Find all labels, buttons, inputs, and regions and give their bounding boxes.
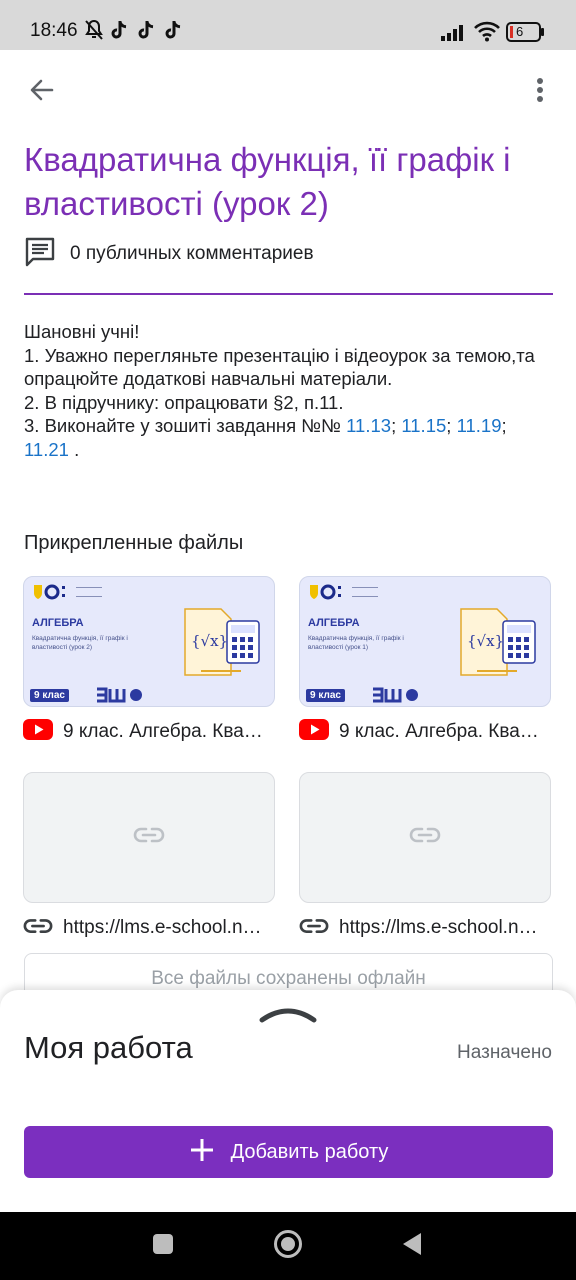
link-icon — [133, 826, 165, 849]
my-work-title: Моя работа — [24, 1030, 193, 1065]
wifi-icon — [473, 20, 501, 47]
title-divider — [24, 293, 553, 295]
home-button[interactable] — [268, 1226, 308, 1266]
attachments-heading: Прикрепленные файлы — [24, 532, 244, 554]
home-circle-icon — [273, 1229, 303, 1264]
add-work-label: Добавить работу — [230, 1140, 389, 1163]
svg-text:{√x}: {√x} — [191, 632, 228, 650]
task-separator: ; — [391, 415, 402, 436]
attachment-video-card[interactable]: АЛГЕБРА Квадратична функція, її графік і… — [299, 576, 551, 745]
plus-icon — [189, 1137, 215, 1168]
school-logo — [308, 583, 378, 601]
thumb-topic: Квадратична функція, її графік і властив… — [308, 635, 404, 651]
comments-label: 0 публичных комментариев — [70, 243, 314, 264]
instructions-line-2: 2. В підручнику: опрацювати §2, п.11. — [24, 391, 344, 413]
attachment-video-card[interactable]: АЛГЕБРА Квадратична функція, її графік і… — [23, 576, 275, 745]
my-work-sheet: Моя работа Назначено Добавить работу — [0, 990, 576, 1212]
thumb-topic: Квадратична функція, її графік і властив… — [32, 635, 128, 651]
instructions-greeting: Шановні учні! — [24, 321, 140, 342]
system-nav-bar — [0, 1212, 576, 1280]
recent-apps-button[interactable] — [143, 1226, 183, 1266]
link-url: https://lms.e-school.net.ua — [339, 917, 545, 938]
youtube-icon — [299, 719, 329, 745]
notifications-muted-icon — [84, 19, 104, 46]
more-vert-icon — [536, 77, 544, 108]
battery-icon — [506, 22, 546, 47]
more-options-button[interactable] — [520, 72, 560, 112]
comment-icon — [24, 236, 56, 273]
status-bar: 18:46 6 — [0, 0, 576, 50]
thumb-grade-badge: 9 клас — [30, 689, 69, 702]
vshoh-logo — [372, 687, 420, 706]
video-title: 9 клас. Алгебра. Квадратична функція, її… — [339, 721, 545, 742]
task-separator: ; — [501, 415, 507, 436]
thumb-grade-badge: 9 клас — [306, 689, 345, 702]
assignment-instructions: Шановні учні! 1. Уважно перегляньте през… — [24, 320, 552, 461]
arrow-back-icon — [28, 76, 56, 109]
attachment-link-card[interactable]: https://lms.e-school.net.ua — [299, 772, 551, 941]
cellular-signal-icon — [440, 22, 468, 47]
video-title: 9 клас. Алгебра. Квадратична функція, її… — [63, 721, 269, 742]
svg-text:{√x}: {√x} — [467, 632, 504, 650]
link-icon — [23, 917, 53, 940]
comments-link[interactable]: 0 публичных комментариев — [24, 236, 314, 272]
task-end: . — [68, 438, 80, 460]
link-thumbnail — [23, 772, 275, 903]
thumb-subject: АЛГЕБРА — [308, 617, 360, 629]
school-logo — [32, 583, 102, 601]
add-work-button[interactable]: Добавить работу — [24, 1126, 553, 1178]
formula-illustration: {√x} — [179, 601, 269, 688]
task-separator: ; — [446, 415, 452, 436]
tiktok-icon — [137, 19, 157, 46]
thumb-subject: АЛГЕБРА — [32, 617, 84, 629]
battery-level: 6 — [516, 24, 524, 39]
tiktok-icon — [110, 19, 130, 46]
formula-illustration: {√x} — [455, 601, 545, 688]
task-link[interactable]: 11.21 — [24, 439, 69, 460]
instructions-line-3-text: 3. Виконайте у зошиті завдання №№ — [24, 415, 347, 436]
video-thumbnail: АЛГЕБРА Квадратична функція, її графік і… — [23, 576, 275, 707]
sheet-expand-handle[interactable] — [258, 998, 318, 1028]
assignment-title: Квадратична функція, її графік і властив… — [24, 141, 511, 222]
triangle-back-icon — [401, 1232, 423, 1261]
task-link[interactable]: 11.19 — [457, 415, 502, 436]
instructions-line-3: 3. Виконайте у зошиті завдання №№ 11.13;… — [24, 414, 552, 461]
link-icon — [299, 917, 329, 940]
square-icon — [152, 1233, 174, 1260]
back-nav-button[interactable] — [392, 1226, 432, 1266]
task-link[interactable]: 11.13 — [346, 415, 391, 436]
vshoh-logo — [96, 687, 144, 706]
video-thumbnail: АЛГЕБРА Квадратична функція, її графік і… — [299, 576, 551, 707]
link-thumbnail — [299, 772, 551, 903]
status-time: 18:46 — [30, 20, 78, 41]
instructions-line-1: 1. Уважно перегляньте презентацію і віде… — [24, 344, 535, 390]
tiktok-icon — [164, 19, 184, 46]
assignment-status: Назначено — [457, 1042, 552, 1063]
link-icon — [409, 826, 441, 849]
link-url: https://lms.e-school.net.ua — [63, 917, 269, 938]
chevron-up-icon — [258, 1008, 318, 1032]
back-button[interactable] — [22, 72, 62, 112]
task-link[interactable]: 11.15 — [401, 415, 446, 436]
attachment-link-card[interactable]: https://lms.e-school.net.ua — [23, 772, 275, 941]
youtube-icon — [23, 719, 53, 745]
